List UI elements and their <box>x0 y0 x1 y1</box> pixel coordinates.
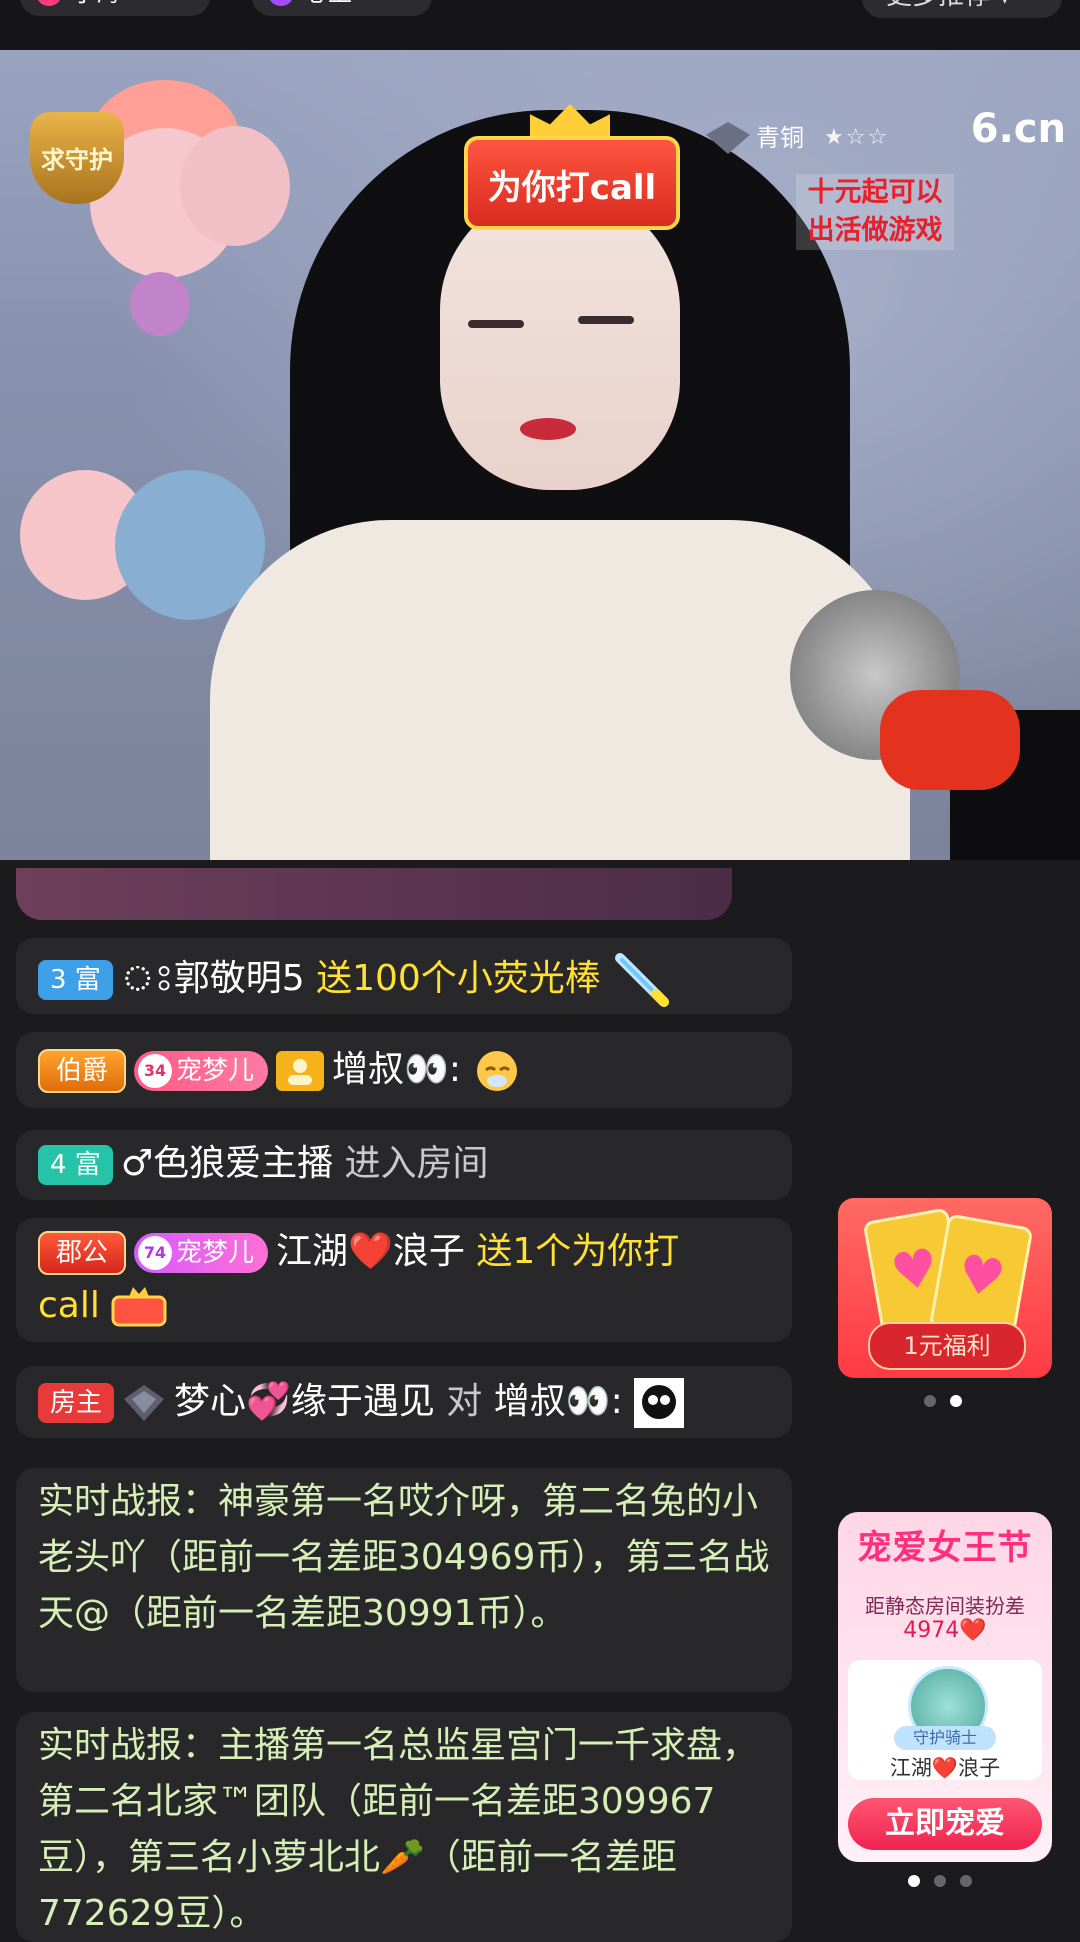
chat-username[interactable]: ঃ郭敬明5 <box>121 958 305 999</box>
welfare-gift-card[interactable]: 1元福利 <box>838 1198 1052 1378</box>
rank-label: 青铜 <box>756 124 804 152</box>
chat-message: 3 富ঃ郭敬明5 送100个小荧光棒 <box>16 938 792 1014</box>
fan-club-badge: 74 宠梦儿 <box>134 1233 269 1273</box>
top-tab-2[interactable]: 心上 <box>252 0 432 16</box>
battle-report-text: 实时战报：主播第一名总监星宫门一千求盘，第二名北家™团队（距前一名差距30996… <box>38 1725 759 1934</box>
carousel-indicator <box>908 1872 986 1887</box>
chat-message: 伯爵 34 宠梦儿 增叔👀: <box>16 1032 792 1108</box>
balloon <box>130 272 190 336</box>
battle-report-message: 实时战报：神豪第一名哎介呀，第二名兔的小老头吖（距前一名差距304969币），第… <box>16 1468 792 1692</box>
battle-report-message: 实时战报：主播第一名总监星宫门一千求盘，第二名北家™团队（距前一名差距30996… <box>16 1712 792 1942</box>
chat-message: 房主 梦心💞缘于遇见 对 增叔👀: <box>16 1366 792 1438</box>
chat-target-username[interactable]: 增叔👀: <box>494 1381 623 1422</box>
guardian-panel: 守护骑士 江湖❤️浪子 <box>848 1660 1042 1780</box>
rank-gem-icon <box>124 1385 165 1421</box>
wealth-level-badge: 3 富 <box>38 960 113 1000</box>
carousel-dot <box>934 1875 946 1887</box>
carousel-dot-active <box>950 1395 962 1407</box>
fan-level-heart-icon: 34 <box>138 1054 173 1088</box>
top-tab-1[interactable]: 小海 <box>20 0 210 16</box>
queen-festival-subtitle: 距静态房间装扮差 <box>865 1594 1025 1618</box>
guardian-knight-badge: 守护骑士 <box>894 1726 996 1750</box>
noble-badge: 郡公 <box>38 1231 127 1275</box>
call-gift-icon <box>111 1287 167 1327</box>
call-sign-label: 为你打call <box>487 168 657 208</box>
queen-festival-card[interactable]: 宠爱女王节 距静态房间装扮差 4974❤️ 守护骑士 江湖❤️浪子 立即宠爱 <box>838 1512 1052 1862</box>
carousel-indicator <box>924 1392 976 1407</box>
more-recommend-label: 更多推荐 ▾ <box>886 0 1011 14</box>
pamper-now-button[interactable]: 立即宠爱 <box>848 1798 1042 1850</box>
chat-banner <box>16 868 732 920</box>
chat-message: 4 富 ♂色狼爱主播 进入房间 <box>16 1130 792 1200</box>
rank-stars: ★☆☆ <box>824 125 890 150</box>
room-owner-badge: 房主 <box>38 1383 115 1423</box>
chat-username[interactable]: 江湖❤️浪子 <box>276 1231 465 1272</box>
chat-username[interactable]: 增叔👀: <box>332 1049 461 1090</box>
top-tab-bar: 小海 心上 更多推荐 ▾ <box>0 0 1080 50</box>
carousel-dot-active <box>908 1875 920 1887</box>
live-video[interactable]: 求守护 为你打call 青铜 ★☆☆ 6.cn 十元起可以出活做游戏 <box>0 50 1080 860</box>
carousel-dot <box>960 1875 972 1887</box>
site-logo: 6.cn <box>970 106 1066 152</box>
chat-username[interactable]: ♂色狼爱主播 <box>121 1143 333 1184</box>
chat-message: 郡公 74 宠梦儿 江湖❤️浪子 送1个为你打 call <box>16 1218 792 1342</box>
guard-badge-label: 求守护 <box>41 146 113 174</box>
battle-report-text: 实时战报：神豪第一名哎介呀，第二名兔的小老头吖（距前一名差距304969币），第… <box>38 1481 770 1634</box>
chat-enter-text: 进入房间 <box>344 1143 489 1184</box>
queen-festival-title: 宠爱女王节 <box>857 1528 1033 1568</box>
fan-level-heart-icon: 74 <box>138 1236 173 1270</box>
fan-club-label: 宠梦儿 <box>176 1238 255 1268</box>
streamer-face <box>440 190 680 490</box>
cartoon-avatar-icon <box>634 1378 685 1428</box>
fan-club-label: 宠梦儿 <box>176 1056 255 1086</box>
streamer-promo-text: 十元起可以出活做游戏 <box>796 174 954 250</box>
rank-badge[interactable]: 青铜 ★☆☆ <box>706 120 916 156</box>
tab-avatar-icon <box>36 0 62 6</box>
guardian-username: 江湖❤️浪子 <box>889 1756 1001 1780</box>
vip-user-icon <box>276 1051 325 1091</box>
top-tab-1-label: 小海 <box>72 0 120 8</box>
chat-gift-text: 送100个小荧光棒 <box>316 958 601 999</box>
streamer-eye <box>468 320 524 328</box>
balloon <box>180 126 290 246</box>
rank-gem-icon <box>706 122 750 154</box>
chat-gift-text: 送1个为你打 <box>476 1231 680 1272</box>
red-bow <box>880 690 1020 790</box>
top-tab-2-label: 心上 <box>304 0 352 8</box>
streamer-eye <box>578 316 634 324</box>
streamer-lips <box>520 418 576 440</box>
more-recommend-button[interactable]: 更多推荐 ▾ <box>862 0 1062 18</box>
wealth-level-badge: 4 富 <box>38 1145 113 1185</box>
chat-gift-text-cont: call <box>38 1285 100 1326</box>
call-sign-sticker: 为你打call <box>464 136 680 230</box>
fan-club-badge: 34 宠梦儿 <box>134 1051 269 1091</box>
guard-badge[interactable]: 求守护 <box>30 112 124 204</box>
chat-to-text: 对 <box>446 1381 483 1422</box>
glow-stick-icon <box>615 953 670 1007</box>
sleepy-face-emoji-icon <box>477 1051 518 1091</box>
noble-badge: 伯爵 <box>38 1049 127 1093</box>
welfare-button[interactable]: 1元福利 <box>868 1322 1026 1370</box>
chat-username[interactable]: 梦心💞缘于遇见 <box>174 1381 435 1422</box>
queen-festival-gap: 4974❤️ <box>903 1618 987 1643</box>
carousel-dot <box>924 1395 936 1407</box>
tab-avatar-icon <box>268 0 294 6</box>
